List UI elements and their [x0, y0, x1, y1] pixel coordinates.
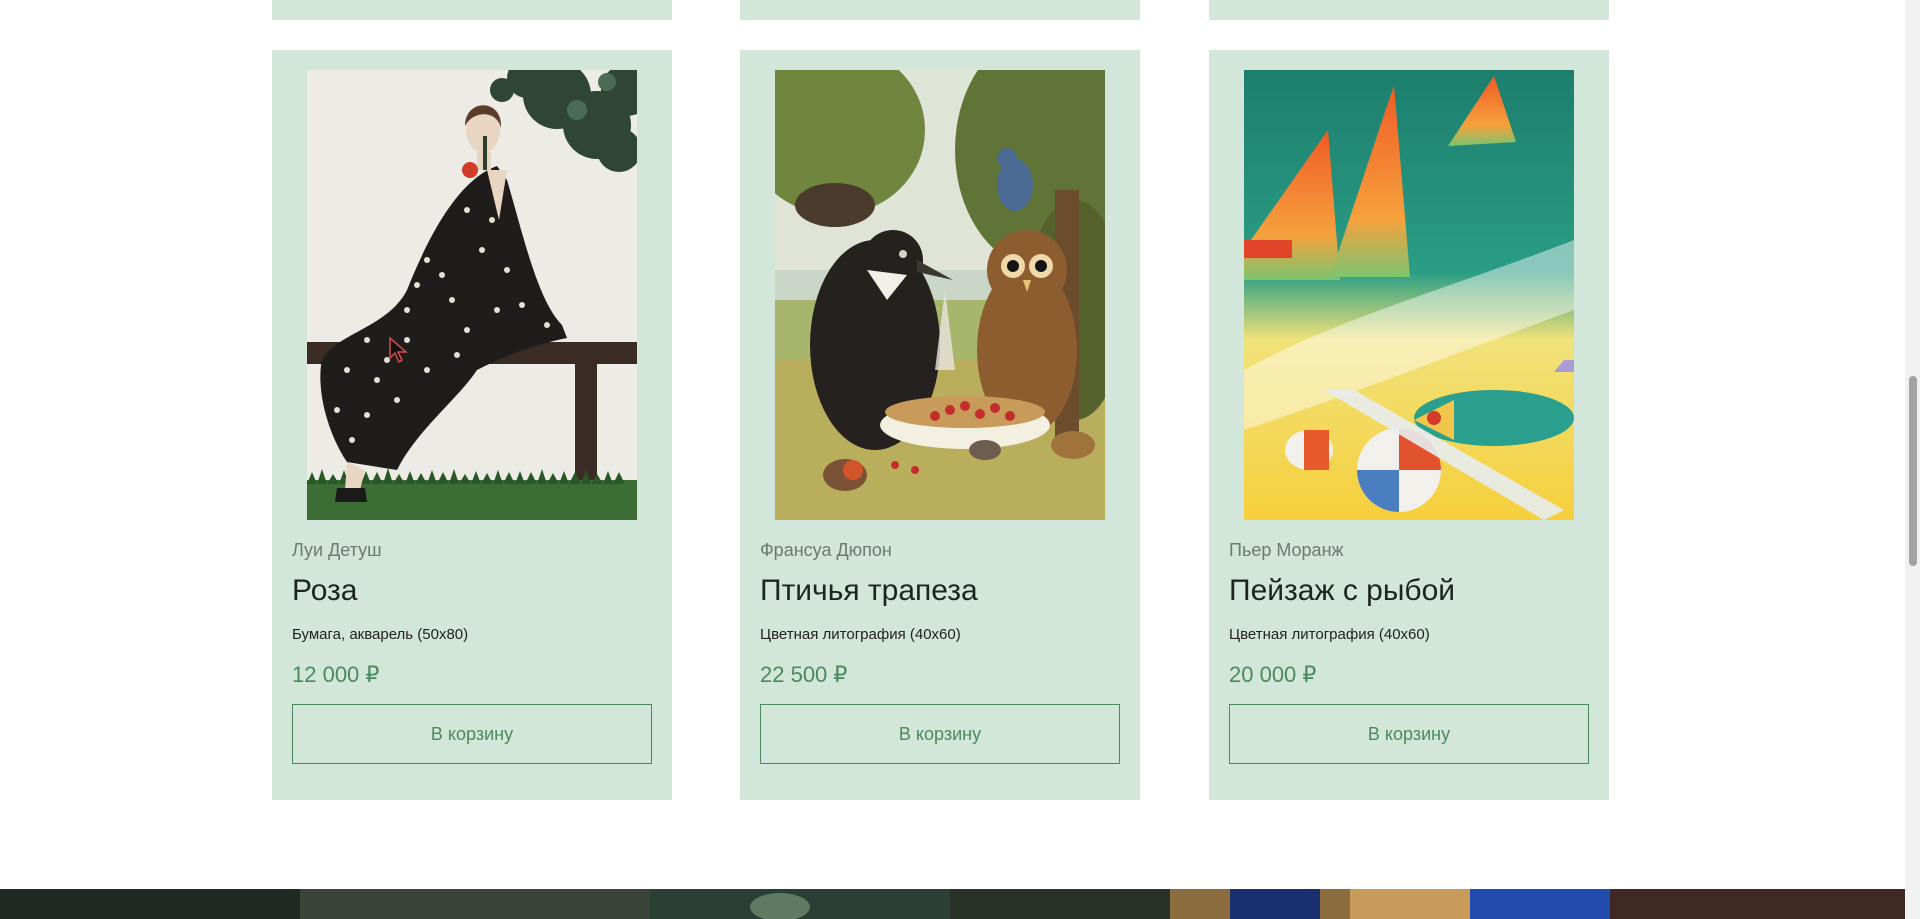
product-author: Франсуа Дюпон	[760, 540, 892, 560]
product-card: Луи Детуш Роза Бумага, акварель (50x80) …	[272, 50, 672, 800]
painting-birds-feast	[775, 70, 1105, 520]
product-details: Цветная литография (40x60)	[760, 626, 961, 643]
product-title[interactable]: Роза	[292, 574, 357, 608]
product-author: Пьер Моранж	[1229, 540, 1344, 560]
scrollbar-thumb[interactable]	[1909, 376, 1917, 566]
mouse-cursor-icon	[389, 336, 408, 364]
product-price: 22 500 ₽	[760, 662, 848, 687]
catalog-page: Луи Детуш Роза Бумага, акварель (50x80) …	[0, 0, 1905, 919]
footer-painting	[0, 889, 1905, 919]
painting-landscape-with-fish	[1244, 70, 1574, 520]
product-details: Цветная литография (40x60)	[1229, 626, 1430, 643]
product-title[interactable]: Птичья трапеза	[760, 574, 978, 608]
product-price: 20 000 ₽	[1229, 662, 1317, 687]
product-image-bird-feast[interactable]	[775, 70, 1105, 520]
footer-background-image	[0, 889, 1905, 919]
previous-card-bottom	[272, 0, 672, 20]
product-card: Пьер Моранж Пейзаж с рыбой Цветная литог…	[1209, 50, 1609, 800]
previous-card-bottom	[740, 0, 1140, 20]
product-title[interactable]: Пейзаж с рыбой	[1229, 574, 1455, 608]
vertical-scrollbar[interactable]	[1905, 0, 1920, 919]
product-price: 12 000 ₽	[292, 662, 380, 687]
product-details: Бумага, акварель (50x80)	[292, 626, 469, 643]
product-image-roza[interactable]	[307, 70, 637, 520]
product-card: Франсуа Дюпон Птичья трапеза Цветная лит…	[740, 50, 1140, 800]
product-image-landscape-with-fish[interactable]	[1244, 70, 1574, 520]
add-to-cart-button[interactable]: В корзину	[760, 704, 1120, 764]
add-to-cart-button[interactable]: В корзину	[292, 704, 652, 764]
painting-woman-with-rose	[307, 70, 637, 520]
add-to-cart-button[interactable]: В корзину	[1229, 704, 1589, 764]
product-author: Луи Детуш	[292, 540, 382, 560]
previous-card-bottom	[1209, 0, 1609, 20]
